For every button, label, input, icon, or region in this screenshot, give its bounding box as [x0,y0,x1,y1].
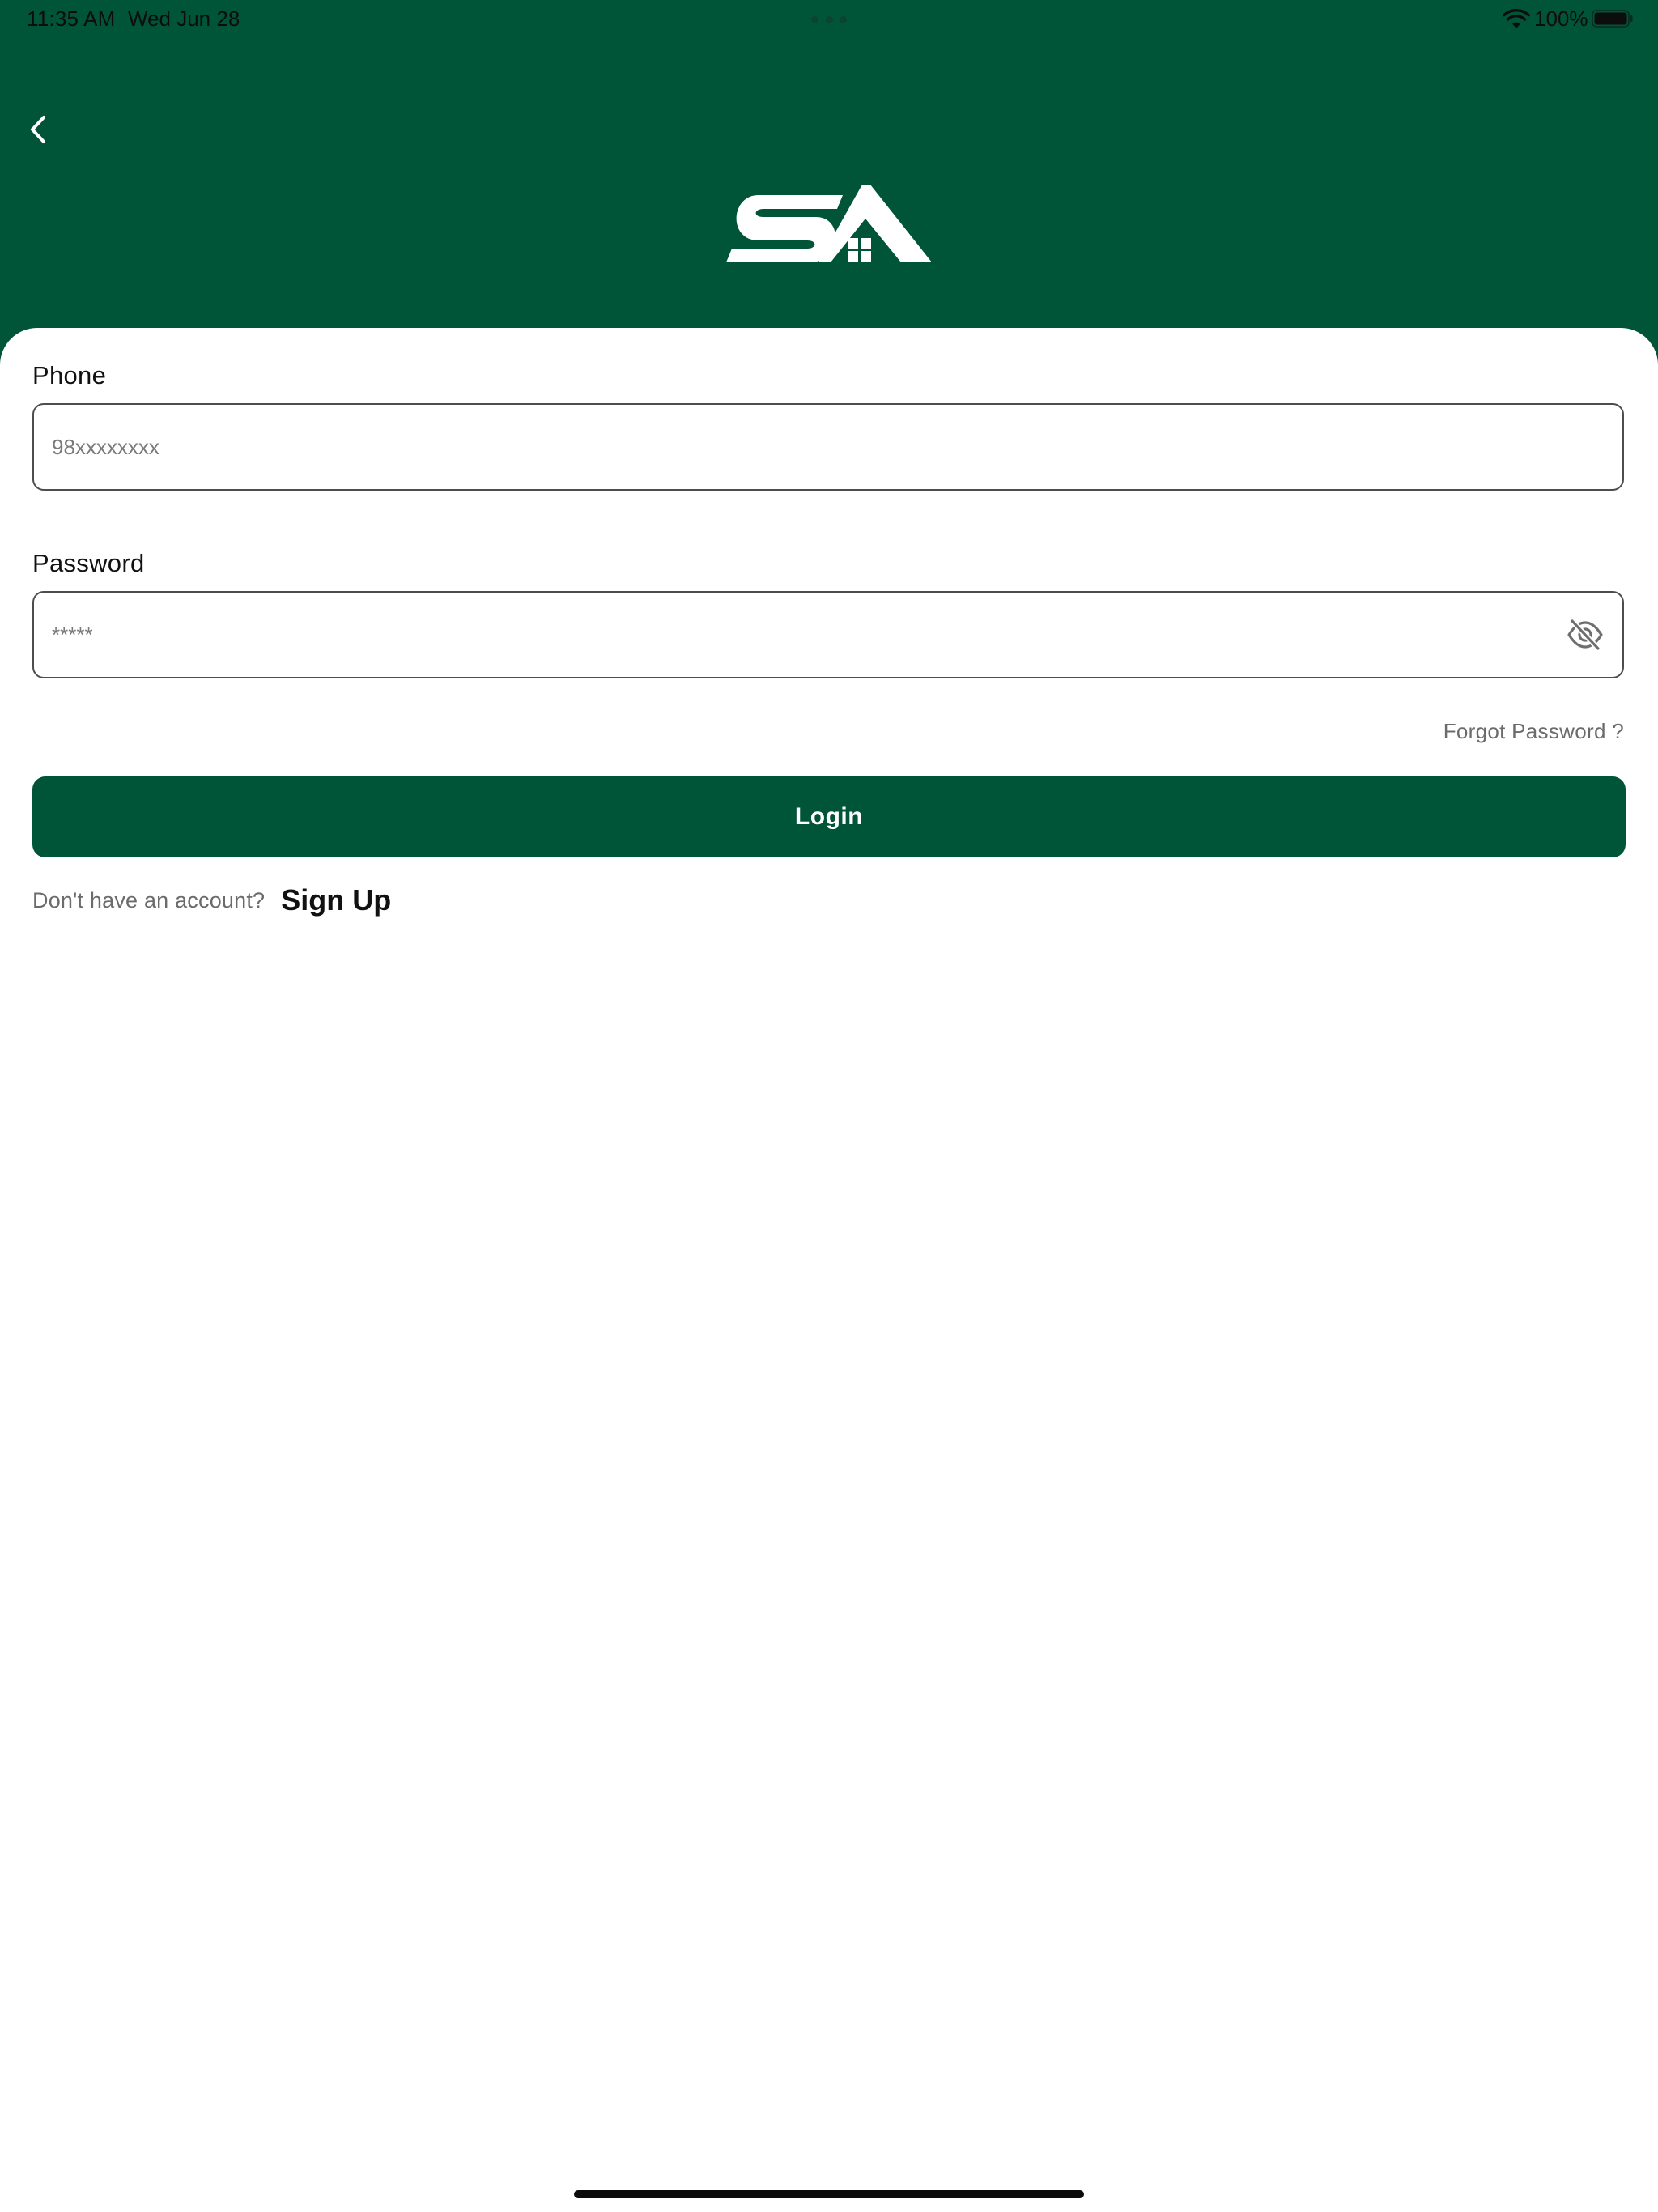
eye-off-icon[interactable] [1566,617,1605,653]
sa-house-logo [726,185,932,262]
password-label: Password [32,549,145,577]
wifi-icon [1503,9,1530,28]
password-input[interactable] [52,593,1533,677]
login-screen: 11:35 AM Wed Jun 28 100% Phone 98xxxxxxx… [0,0,1658,2212]
multitasking-dots-icon[interactable] [811,16,847,23]
status-time: 11:35 AM [27,6,116,31]
status-date: Wed Jun 28 [128,6,240,31]
home-indicator[interactable] [574,2190,1084,2198]
forgot-password-link[interactable]: Forgot Password ? [1443,719,1624,744]
back-button[interactable] [15,105,63,154]
chevron-left-icon [31,116,45,143]
password-field[interactable] [32,591,1624,678]
signup-row: Don't have an account? Sign Up [32,883,391,918]
signup-link[interactable]: Sign Up [281,883,391,917]
status-bar: 11:35 AM Wed Jun 28 100% [0,0,1658,39]
header-banner: 11:35 AM Wed Jun 28 100% [0,0,1658,372]
battery-icon [1592,10,1633,28]
phone-input[interactable] [52,405,1533,489]
battery-percent: 100% [1534,6,1588,31]
phone-field[interactable] [32,403,1624,491]
phone-label: Phone [32,361,107,389]
signup-prompt: Don't have an account? [32,887,266,912]
login-button[interactable]: Login [32,776,1626,857]
